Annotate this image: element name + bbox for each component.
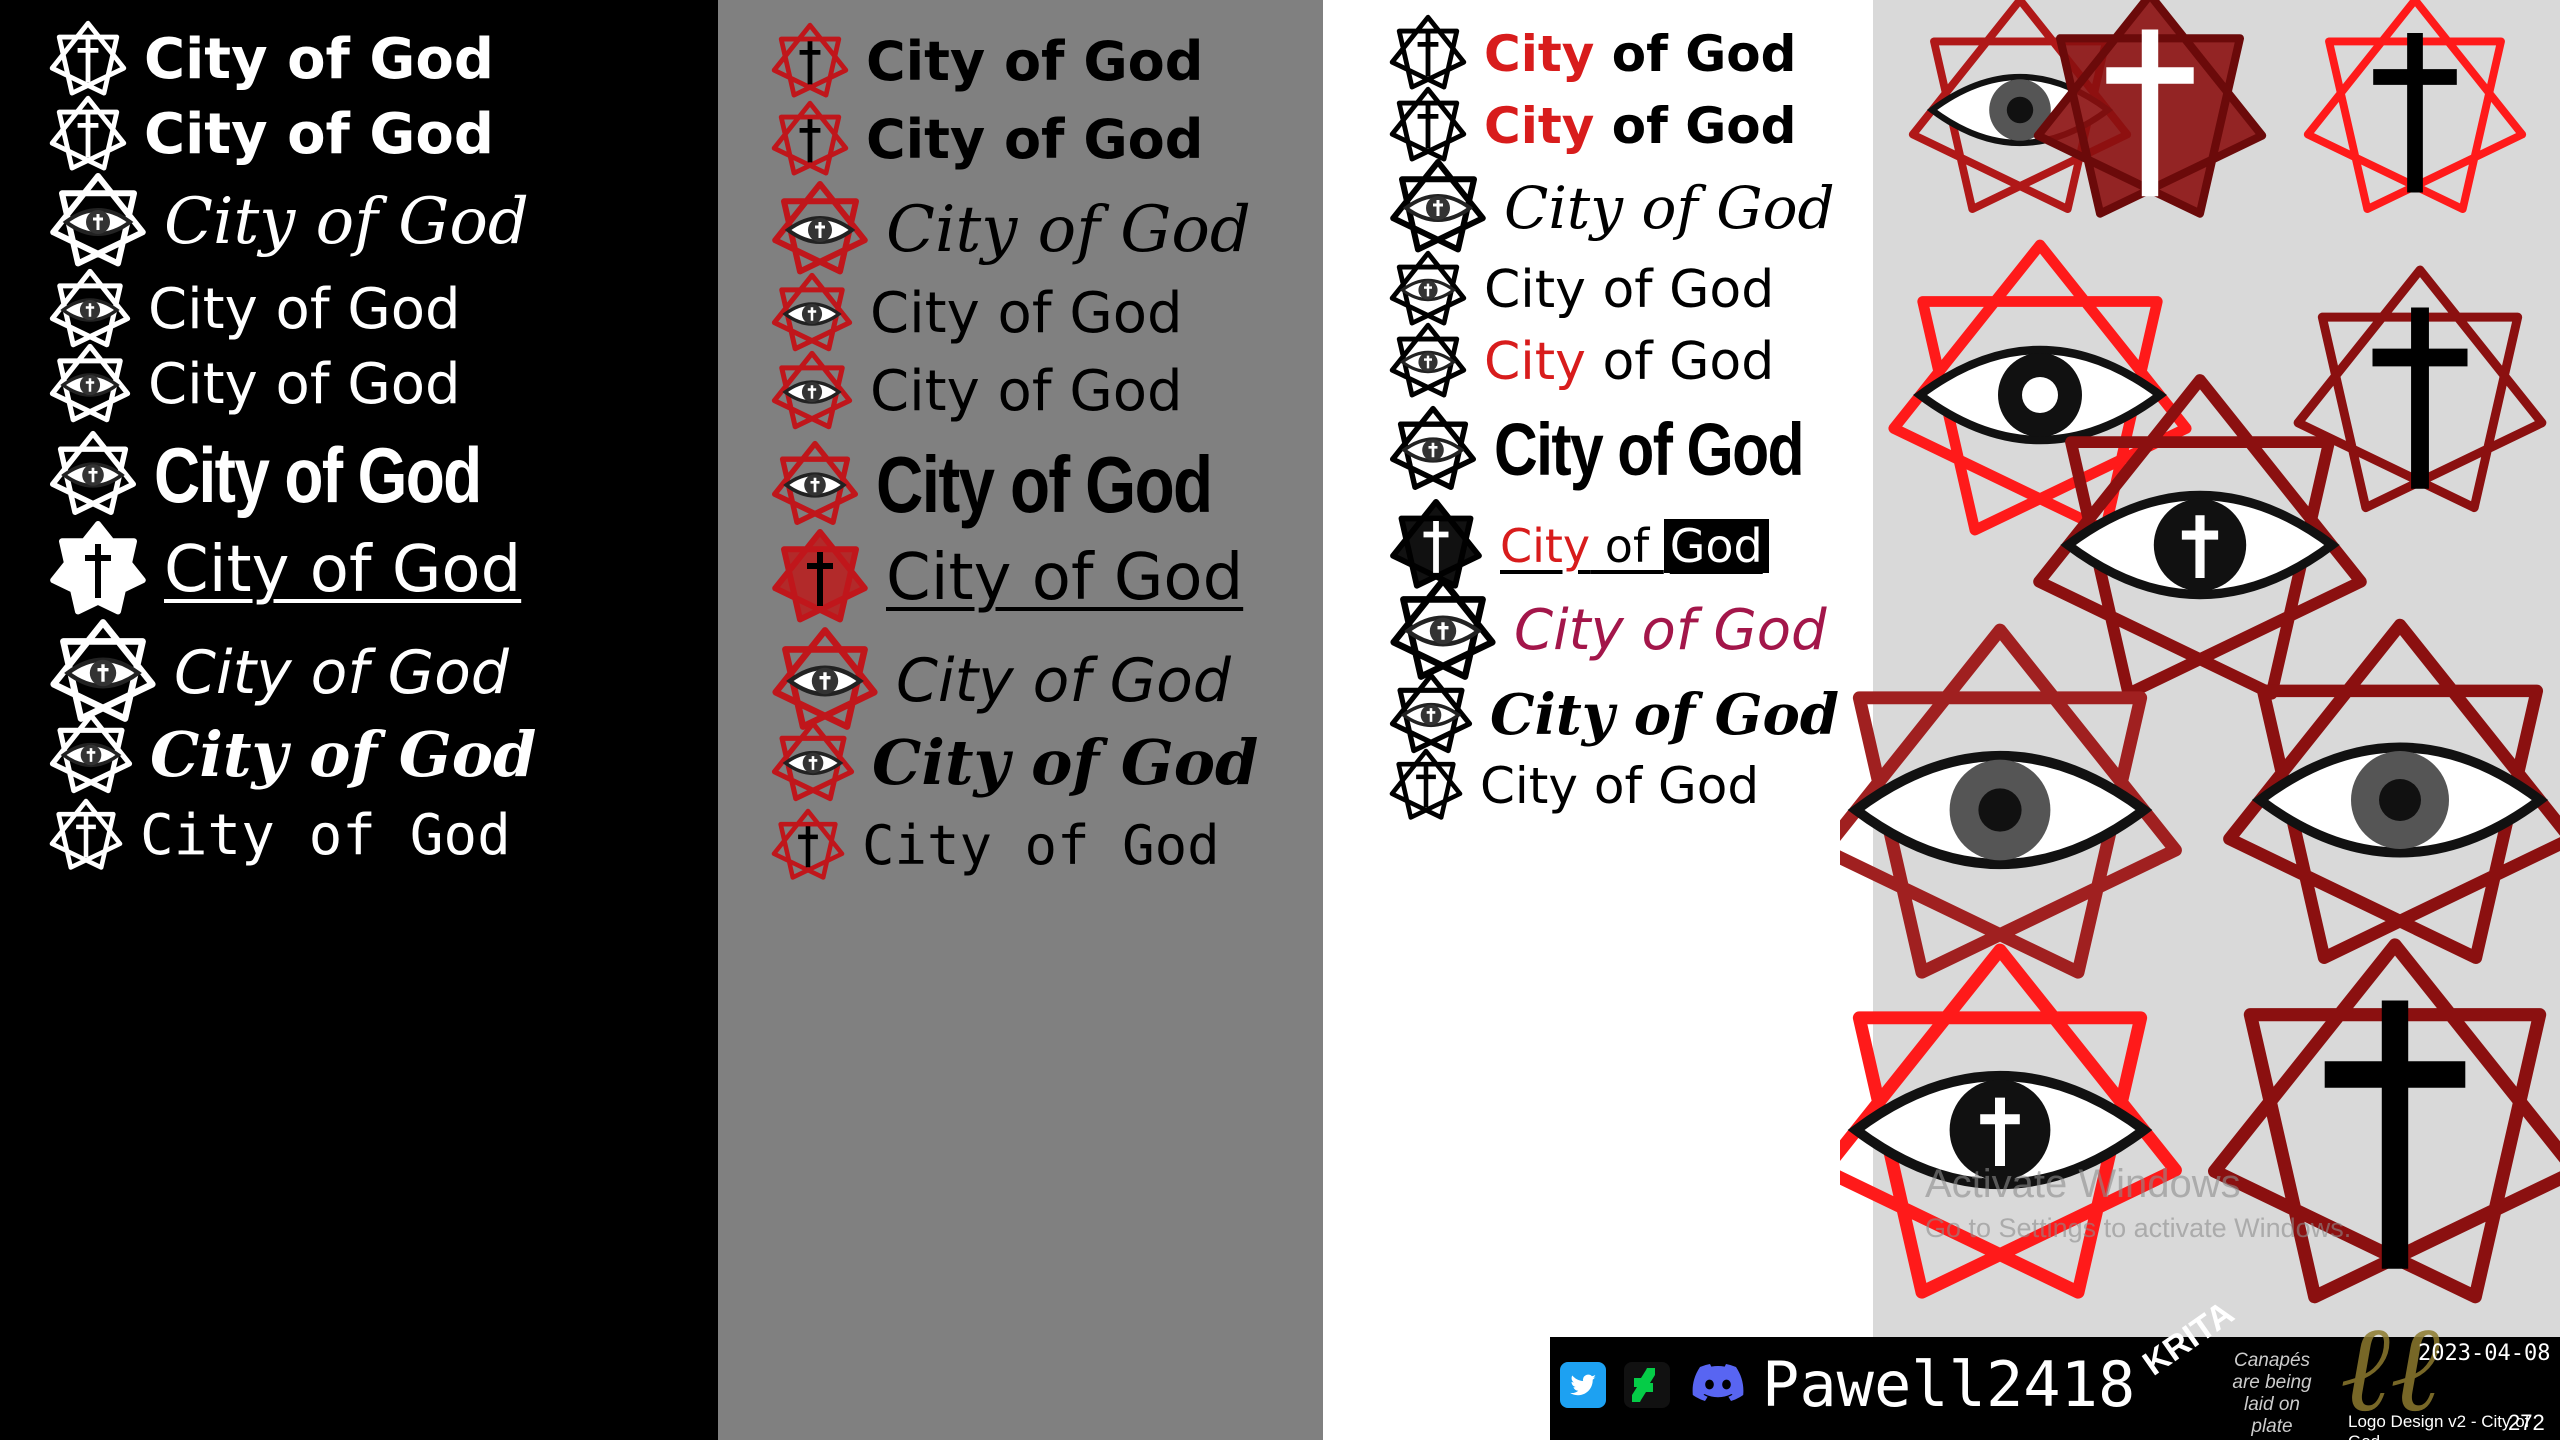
logo-row-black-5: City of God — [48, 343, 461, 427]
large-sketch-3 — [2303, 0, 2527, 214]
logo-wordmark: City of God — [1490, 682, 1840, 748]
star-eye-icon — [770, 350, 854, 434]
logo-wordmark: City of God — [154, 431, 482, 519]
star-cross-icon — [770, 528, 870, 628]
logo-row-gray-9: City of God — [770, 720, 1258, 806]
logo-row-black-1: City of God — [48, 20, 494, 100]
watermark-title: Activate Windows — [1925, 1162, 2241, 1206]
logo-row-white-2: City of God — [1388, 86, 1796, 166]
logo-row-black-2: City of God — [48, 95, 494, 175]
deviantart-icon[interactable] — [1620, 1358, 1674, 1412]
logo-wordmark: City of God — [174, 638, 509, 708]
star-cross-icon — [48, 798, 124, 874]
logo-row-gray-7: City of God — [770, 528, 1243, 628]
logo-wordmark: City of God — [896, 646, 1231, 716]
logo-row-gray-4: City of God — [770, 272, 1183, 356]
logo-wordmark: City of God — [1484, 260, 1775, 320]
logo-wordmark: City of God — [1484, 97, 1797, 155]
logo-wordmark: City of God — [870, 359, 1183, 424]
logo-wordmark: City of God — [886, 193, 1251, 267]
activate-windows-watermark: Activate Windows Go to Settings to activ… — [1925, 1162, 2351, 1244]
logo-wordmark: City of God — [144, 27, 494, 92]
logo-row-black-4: City of God — [48, 268, 461, 352]
logo-wordmark: City of God — [876, 440, 1213, 529]
logo-row-gray-5: City of God — [770, 350, 1183, 434]
logo-wordmark: City of God — [866, 108, 1204, 171]
logo-wordmark: City of God — [148, 352, 461, 417]
logo-row-gray-1: City of God — [770, 22, 1203, 102]
large-sketch-5 — [2293, 265, 2547, 513]
logo-row-gray-10: City of God — [770, 808, 1220, 884]
logo-wordmark: City of God — [866, 30, 1204, 93]
large-sketch-4 — [1888, 239, 2192, 536]
star-cross-icon — [770, 22, 850, 102]
star-eye-icon — [48, 268, 132, 352]
star-eye-icon — [1388, 405, 1478, 495]
tagline-text: Canapés are being laid on plate — [2232, 1350, 2312, 1437]
logo-wordmark: City of God — [1504, 174, 1835, 242]
logo-wordmark: City of God — [862, 814, 1220, 877]
twitter-icon[interactable] — [1556, 1358, 1610, 1412]
logo-row-gray-3: City of God — [770, 180, 1251, 280]
star-eye-icon — [48, 430, 138, 520]
logo-row-white-10: City of God — [1388, 748, 1759, 824]
logo-row-white-6: City of God — [1388, 405, 1871, 495]
star-eye-icon — [770, 272, 854, 356]
logo-wordmark: City of God — [150, 718, 537, 791]
logo-wordmark: City of God — [164, 533, 522, 607]
star-eye-icon — [1388, 158, 1488, 258]
large-logo-sketches — [1840, 0, 2560, 1304]
star-eye-icon — [1388, 250, 1468, 330]
logo-wordmark: City of God — [872, 726, 1259, 799]
star-cross-icon — [1388, 14, 1468, 94]
logo-row-gray-2: City of God — [770, 100, 1203, 180]
star-cross-icon — [48, 20, 128, 100]
star-cross-icon — [1388, 86, 1468, 166]
logo-row-white-3: City of God — [1388, 158, 1835, 258]
discord-icon[interactable] — [1690, 1358, 1746, 1412]
star-eye-icon — [1388, 576, 1498, 686]
logo-wordmark: City of God — [1494, 408, 1805, 491]
logo-wordmark: City of God — [1514, 598, 1827, 663]
logo-wordmark: City of God — [1484, 25, 1797, 83]
star-cross-icon — [770, 100, 850, 180]
star-eye-icon — [770, 720, 856, 806]
logo-row-white-5: City of God — [1388, 322, 1774, 402]
star-eye-icon — [48, 172, 148, 272]
logo-wordmark: City of God — [886, 541, 1244, 615]
logo-row-black-3: City of God — [48, 172, 529, 272]
logo-row-white-1: City of God — [1388, 14, 1796, 94]
page-number: 272 — [2508, 1410, 2545, 1435]
star-cross-icon — [1388, 748, 1464, 824]
logo-row-white-9: City of God — [1388, 672, 1839, 758]
logo-wordmark: City of God — [164, 185, 529, 259]
star-eye-icon — [1388, 672, 1474, 758]
logo-wordmark: City of God — [1500, 519, 1769, 573]
star-eye-icon — [48, 712, 134, 798]
star-cross-icon — [48, 520, 148, 620]
logo-wordmark: City of God — [144, 102, 494, 167]
logo-row-black-6: City of God — [48, 430, 552, 520]
star-eye-icon — [1388, 322, 1468, 402]
logo-row-gray-6: City of God — [770, 440, 1285, 530]
star-eye-icon — [770, 440, 860, 530]
logo-wordmark: City of God — [148, 277, 461, 342]
logo-row-white-4: City of God — [1388, 250, 1774, 330]
star-eye-icon — [770, 180, 870, 280]
logo-row-black-10: City of God — [48, 798, 511, 874]
logo-row-black-9: City of God — [48, 712, 536, 798]
logo-row-black-7: City of God — [48, 520, 521, 620]
watermark-subtitle: Go to Settings to activate Windows. — [1925, 1213, 2352, 1243]
date-label: 2023-04-08 — [2418, 1341, 2551, 1366]
logo-wordmark: City of God — [140, 803, 511, 868]
star-cross-icon — [770, 808, 846, 884]
logo-wordmark: City of God — [1484, 332, 1775, 392]
artist-handle: Pawell2418 — [1762, 1348, 2136, 1421]
logo-wordmark: City of God — [870, 281, 1183, 346]
star-eye-icon — [48, 343, 132, 427]
star-cross-icon — [48, 95, 128, 175]
logo-wordmark: City of God — [1480, 757, 1760, 815]
logo-row-white-8: City of God — [1388, 576, 1827, 686]
